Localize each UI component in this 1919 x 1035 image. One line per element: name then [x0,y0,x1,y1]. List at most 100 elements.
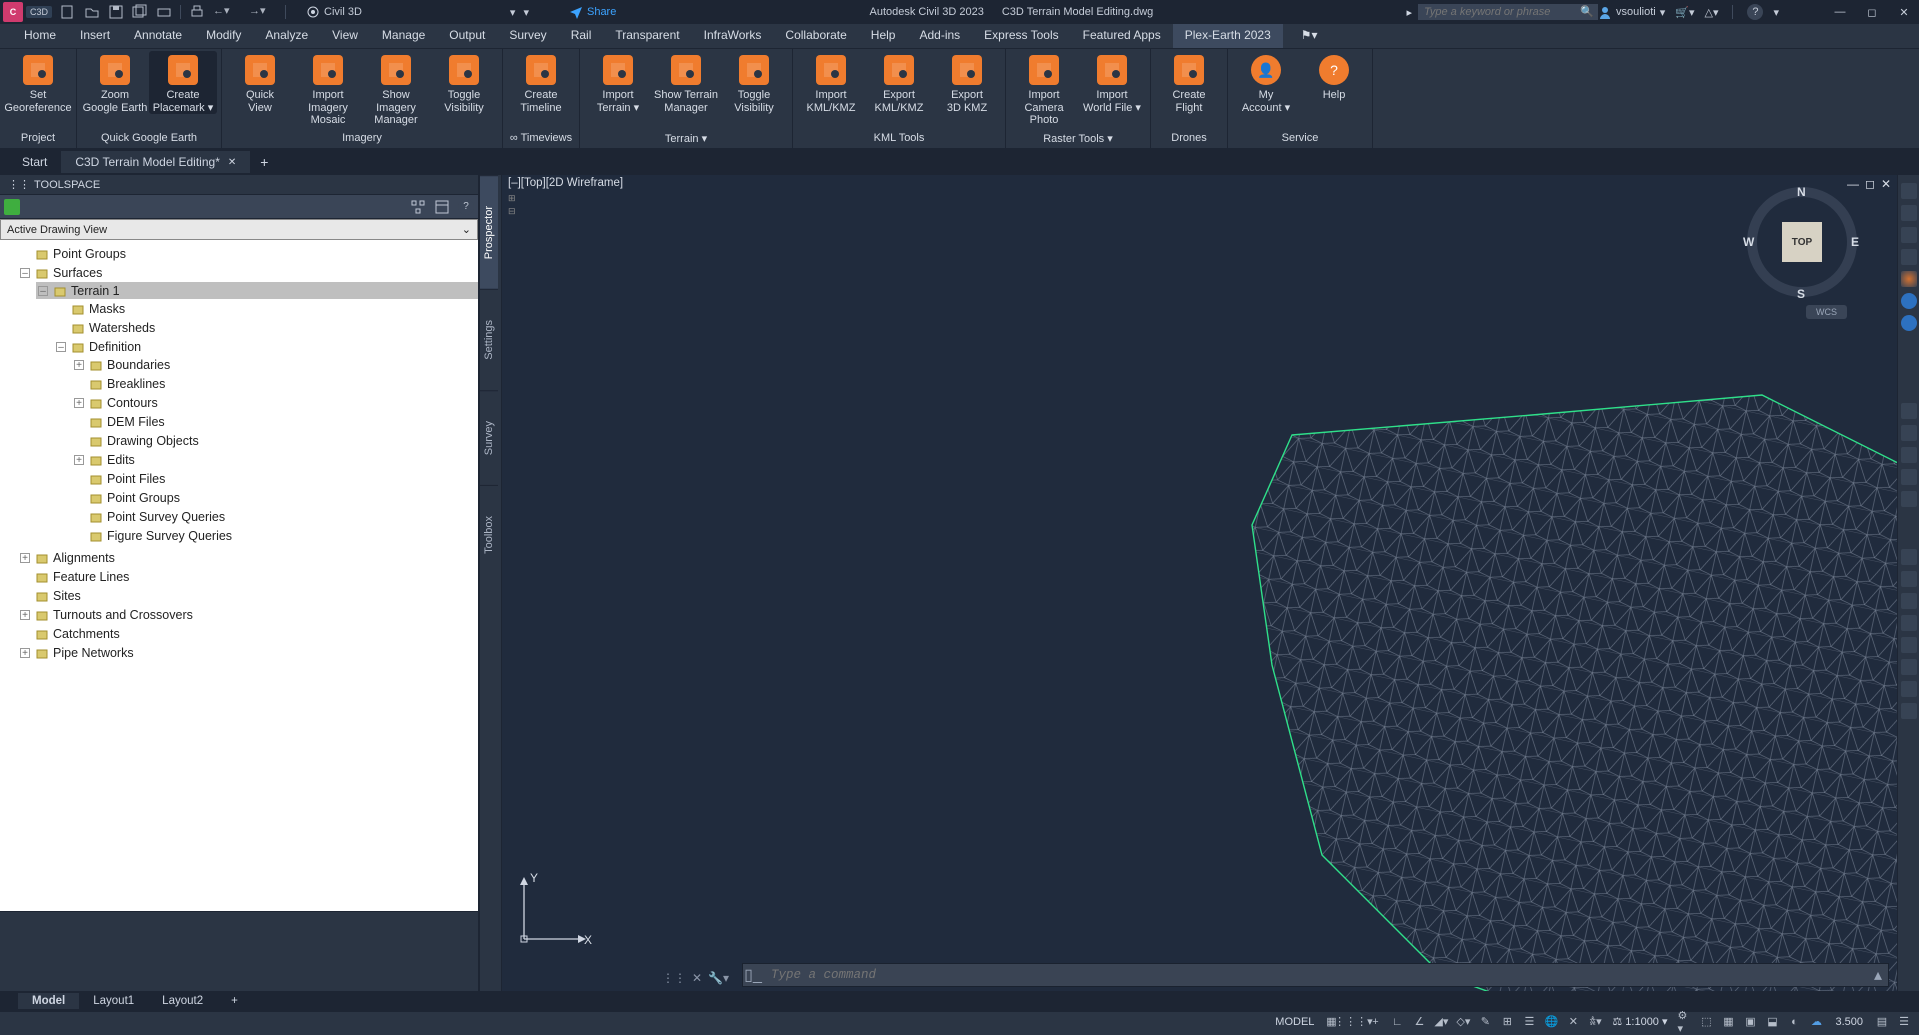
nav-tool-icon[interactable] [1901,637,1917,653]
polar-icon[interactable]: ∠ [1412,1015,1426,1029]
layout-tab-model[interactable]: Model [18,993,79,1009]
tree-node[interactable]: +Alignments [18,549,478,566]
tree-node[interactable]: –Surfaces [18,264,478,281]
status-icon[interactable]: ▣ [1743,1015,1757,1029]
annotation-scale[interactable]: ⚖ 1:1000 ▾ [1610,1015,1669,1028]
menu-item-collaborate[interactable]: Collaborate [773,24,858,48]
search-input[interactable] [1418,4,1598,20]
nav-tool-icon[interactable] [1901,249,1917,265]
nav-tool-icon[interactable] [1901,227,1917,243]
panel-icon[interactable] [434,199,450,215]
cmd-handle-icon[interactable]: ⋮⋮ [662,971,686,985]
status-icon[interactable]: ✕ [1566,1015,1580,1029]
ribbon-create-placemark-button[interactable]: CreatePlacemark ▾ [149,51,217,114]
tree-node[interactable]: –Terrain 1 [36,282,478,299]
status-icon[interactable]: + [1368,1015,1382,1029]
save-icon[interactable] [108,4,124,20]
customize-status-icon[interactable]: ☰ [1897,1015,1911,1029]
view-dropdown[interactable]: Active Drawing View ⌄ [0,219,478,240]
tree-node[interactable]: +Boundaries [72,356,478,373]
viewcube-south[interactable]: S [1797,287,1805,301]
tree-twisty-icon[interactable]: + [20,553,30,563]
user-menu[interactable]: vsoulioti ▾ [1598,5,1665,19]
menu-item-transparent[interactable]: Transparent [603,24,691,48]
viewcube-north[interactable]: N [1797,185,1806,199]
cmd-customize-icon[interactable]: 🔧▾ [708,971,729,985]
tree-twisty-icon[interactable]: + [20,648,30,658]
side-tab-prospector[interactable]: Prospector [480,175,498,289]
tree-twisty-icon[interactable]: – [20,268,30,278]
tree-twisty-icon[interactable]: + [74,455,84,465]
model-space-button[interactable]: MODEL [1273,1016,1316,1028]
tree-node[interactable]: –Definition [54,338,478,355]
nav-globe-icon[interactable] [1901,315,1917,331]
viewcube[interactable]: TOP N E S W [1747,187,1857,297]
help-icon[interactable]: ? [458,199,474,215]
redo-icon[interactable]: →▾ [249,4,277,20]
tree-node[interactable]: Figure Survey Queries [72,527,478,544]
saveas-icon[interactable] [132,4,148,20]
help-icon[interactable]: ? [1747,4,1763,20]
print-icon[interactable] [189,4,205,20]
featured-flag-icon[interactable]: ⚑▾ [1293,24,1326,48]
tree-node[interactable]: Sites [18,587,478,604]
tree-twisty-icon[interactable]: + [74,360,84,370]
infocenter-arrow-icon[interactable]: ▸ [1406,6,1412,19]
viewcube-west[interactable]: W [1743,235,1754,249]
nav-tool-icon[interactable] [1901,491,1917,507]
tree-twisty-icon[interactable]: – [56,342,66,352]
ribbon-set-georeference-button[interactable]: SetGeoreference [4,51,72,114]
tree-node[interactable]: Masks [54,300,478,317]
side-tab-survey[interactable]: Survey [480,390,498,485]
command-history-button[interactable]: ▴ [1868,965,1888,985]
tree-twisty-icon[interactable]: + [20,610,30,620]
command-line[interactable]: ▯_ ▴ [742,963,1889,987]
ribbon-import-imagery-mosaic-button[interactable]: Import ImageryMosaic [294,51,362,127]
ribbon-help--button[interactable]: ?Help [1300,51,1368,102]
new-tab-button[interactable]: + [250,150,278,174]
tree-node[interactable]: Catchments [18,625,478,642]
add-layout-button[interactable]: + [217,993,252,1009]
ribbon-export-kml-kmz-button[interactable]: ExportKML/KMZ [865,51,933,114]
nav-tool-icon[interactable] [1901,205,1917,221]
ribbon-import-terrain-button[interactable]: ImportTerrain ▾ [584,51,652,114]
plot-icon[interactable] [156,4,172,20]
menu-item-help[interactable]: Help [859,24,908,48]
toolspace-tree[interactable]: Point Groups–Surfaces–Terrain 1MasksWate… [0,240,478,911]
nav-wheel-icon[interactable] [1901,271,1917,287]
status-icon[interactable]: ☰ [1522,1015,1536,1029]
tree-twisty-icon[interactable]: + [74,398,84,408]
status-icon[interactable]: ▦ [1721,1015,1735,1029]
apps-icon[interactable]: △▾ [1704,6,1718,19]
new-icon[interactable] [60,4,76,20]
osnap-icon[interactable]: ◇▾ [1456,1015,1470,1029]
status-icon[interactable]: ⬚ [1699,1015,1713,1029]
ribbon-create-timeline-button[interactable]: CreateTimeline [507,51,575,114]
ribbon-import-world-file-button[interactable]: ImportWorld File ▾ [1078,51,1146,114]
status-icon[interactable]: ⬓ [1765,1015,1779,1029]
snap-icon[interactable]: ⋮⋮⋮▾ [1346,1015,1360,1029]
menu-item-manage[interactable]: Manage [370,24,437,48]
window-maximize-button[interactable]: ◻ [1861,4,1883,20]
tree-twisty-icon[interactable]: – [38,286,48,296]
status-icon[interactable]: ◐ [1787,1015,1801,1029]
window-close-button[interactable]: ✕ [1893,4,1915,20]
nav-tool-icon[interactable] [1901,703,1917,719]
side-tab-toolbox[interactable]: Toolbox [480,485,498,584]
menu-item-featured-apps[interactable]: Featured Apps [1071,24,1173,48]
tree-node[interactable]: Drawing Objects [72,432,478,449]
globe-icon[interactable]: 🌐 [1544,1015,1558,1029]
ribbon-show-imagery-manager-button[interactable]: Show ImageryManager [362,51,430,127]
ribbon-create-flight-button[interactable]: CreateFlight [1155,51,1223,114]
status-icon[interactable]: ⊞ [1500,1015,1514,1029]
nav-tool-icon[interactable] [1901,469,1917,485]
ribbon-show-terrain-manager-button[interactable]: Show TerrainManager [652,51,720,114]
human-icon[interactable]: 𖠋▾ [1588,1015,1602,1029]
undo-icon[interactable]: ←▾ [213,4,241,20]
tree-node[interactable]: Point Groups [72,489,478,506]
document-tab[interactable]: C3D Terrain Model Editing*✕ [61,151,250,173]
document-tab[interactable]: Start [8,151,61,173]
tree-node[interactable]: Point Files [72,470,478,487]
cloud-icon[interactable]: ☁ [1809,1015,1823,1029]
nav-orbit-icon[interactable] [1901,447,1917,463]
